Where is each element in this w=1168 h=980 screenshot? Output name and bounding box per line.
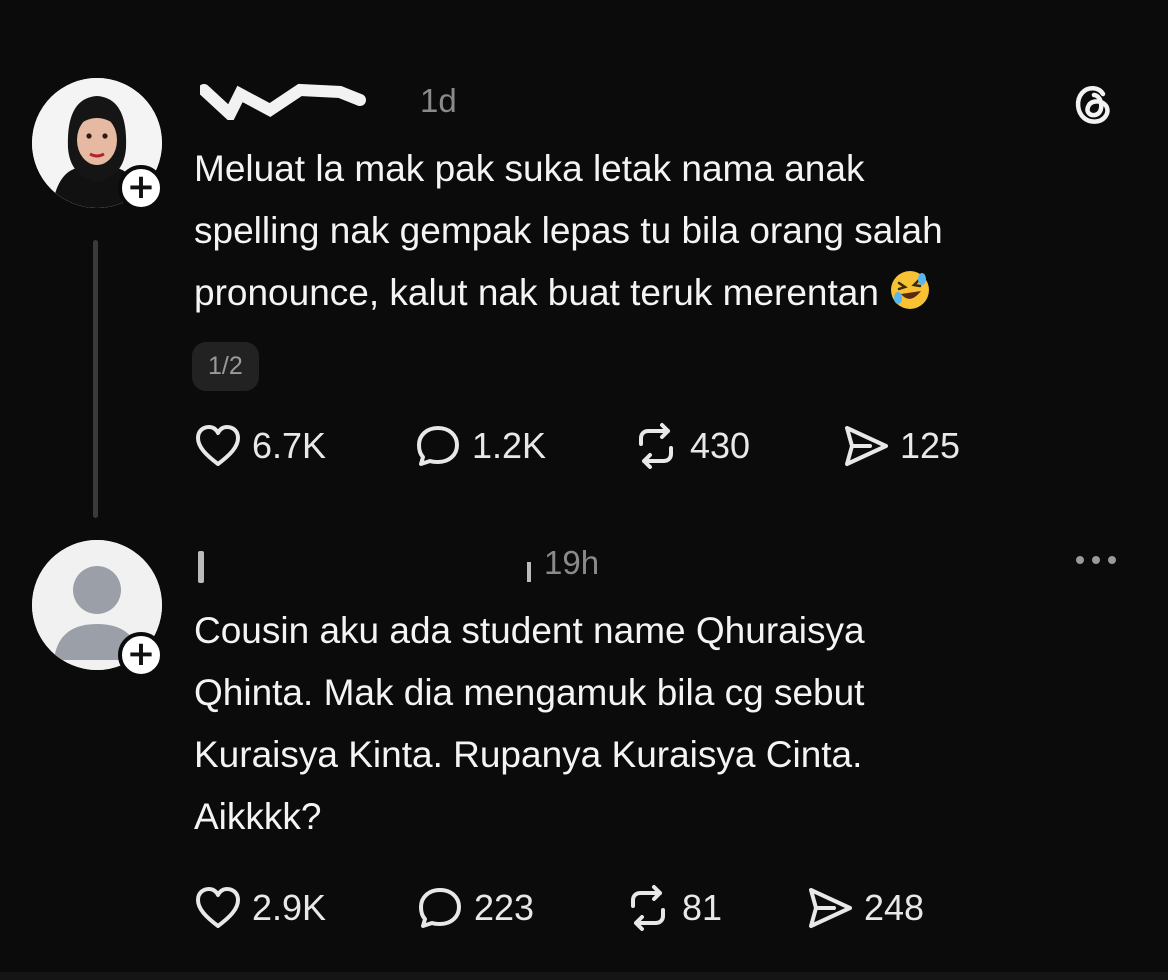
- like-count: 2.9K: [252, 887, 327, 928]
- follow-button[interactable]: +: [118, 632, 164, 678]
- post-line-last: pronounce, kalut nak buat teruk merentan: [194, 262, 1154, 324]
- share-button[interactable]: 248: [804, 878, 924, 938]
- redaction-mark: [198, 551, 204, 583]
- repost-icon: [639, 423, 673, 469]
- reply-button[interactable]: 223: [414, 878, 534, 938]
- post-original: + 1d Meluat la mak pak suka letak nama a…: [0, 0, 1168, 520]
- repost-button[interactable]: 81: [622, 878, 722, 938]
- post-line: Aikkkk?: [194, 796, 322, 837]
- repost-count: 430: [690, 425, 751, 466]
- post-actions: 6.7K 1.2K 430 125: [192, 416, 992, 476]
- share-icon: [809, 888, 852, 928]
- more-options-icon[interactable]: [1072, 552, 1120, 568]
- post-time: 19h: [544, 544, 600, 581]
- post-line: Kuraisya Kinta. Rupanya Kuraisya Cinta.: [194, 734, 863, 775]
- post-body: Cousin aku ada student name Qhuraisya Qh…: [194, 600, 1154, 848]
- redaction-mark: [527, 562, 531, 582]
- share-button[interactable]: 125: [840, 416, 960, 476]
- post-line: Meluat la mak pak suka letak nama anak: [194, 148, 865, 189]
- share-icon: [845, 426, 888, 466]
- repost-count: 81: [682, 887, 723, 928]
- like-button[interactable]: 2.9K: [192, 878, 326, 938]
- comment-icon: [419, 888, 461, 928]
- plus-icon: +: [126, 634, 156, 674]
- threads-logo-icon[interactable]: [1072, 82, 1116, 126]
- heart-icon: [196, 887, 240, 928]
- post-line: spelling nak gempak lepas tu bila orang …: [194, 210, 943, 251]
- post-time: 1d: [420, 82, 457, 119]
- reply-count: 223: [474, 887, 535, 928]
- rolling-on-floor-laughing-icon: [890, 271, 929, 309]
- like-count: 6.7K: [252, 425, 327, 466]
- heart-icon: [196, 425, 240, 466]
- plus-icon: +: [126, 167, 156, 207]
- post-reply: + 19h Cousin aku ada student name Qhurai…: [0, 520, 1168, 980]
- repost-button[interactable]: 430: [630, 416, 750, 476]
- share-count: 125: [900, 425, 961, 466]
- username[interactable]: [198, 80, 370, 129]
- post-line: Cousin aku ada student name Qhuraisya: [194, 610, 865, 651]
- thread-connector-line: [93, 240, 98, 518]
- repost-icon: [631, 885, 665, 931]
- reply-count: 1.2K: [472, 425, 547, 466]
- reply-button[interactable]: 1.2K: [412, 416, 546, 476]
- comment-icon: [417, 426, 459, 466]
- post-actions: 2.9K 223 81 248: [192, 878, 992, 938]
- post-body: Meluat la mak pak suka letak nama anak s…: [194, 138, 1154, 324]
- like-button[interactable]: 6.7K: [192, 416, 326, 476]
- redacted-username: [198, 83, 366, 124]
- bottom-edge: [0, 972, 1168, 980]
- share-count: 248: [864, 887, 925, 928]
- follow-button[interactable]: +: [118, 165, 164, 211]
- post-line: Qhinta. Mak dia mengamuk bila cg sebut: [194, 672, 865, 713]
- page-indicator: 1/2: [192, 342, 259, 391]
